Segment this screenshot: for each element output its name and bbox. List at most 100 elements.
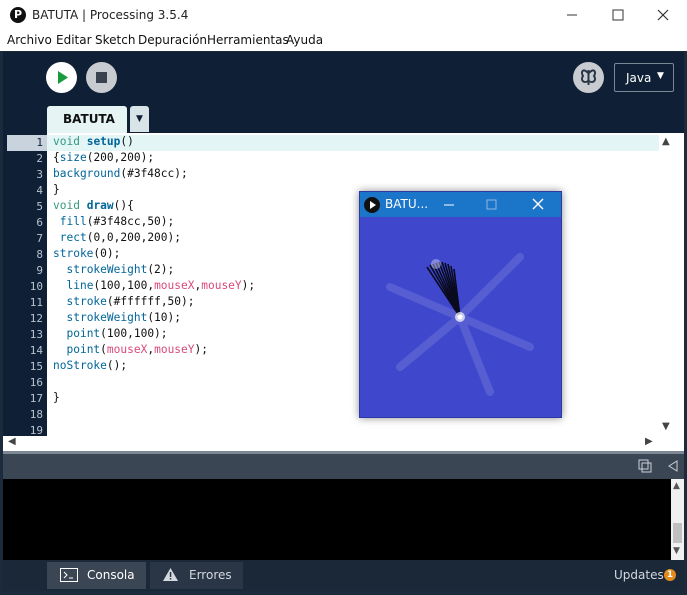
code-line: strokeWeight(10);: [66, 311, 181, 324]
tab-errors[interactable]: Errores: [150, 562, 243, 589]
scrollbar-corner: [675, 133, 684, 451]
maximize-icon: [486, 199, 497, 210]
code-line: line(100,100,mouseX,mouseY);: [66, 279, 256, 292]
line-number: 18: [29, 408, 43, 421]
scroll-down-icon[interactable]: ▼: [662, 421, 670, 432]
console-icon: [60, 568, 78, 582]
active-line-highlight: [47, 135, 659, 151]
code-line: rect(0,0,200,200);: [59, 231, 181, 244]
menu-editar[interactable]: Editar: [56, 33, 92, 47]
code-line: noStroke();: [53, 359, 128, 372]
sketch-app-icon: [364, 197, 380, 213]
line-number: 5: [36, 200, 43, 213]
line-number: 1: [7, 135, 47, 151]
line-number: 9: [36, 264, 43, 277]
run-button[interactable]: [46, 62, 77, 93]
window-title: BATUTA | Processing 3.5.4: [32, 8, 189, 22]
warning-icon: [163, 568, 178, 581]
code-line: stroke(0);: [53, 247, 121, 260]
stop-icon: [96, 72, 107, 83]
tab-errors-label: Errores: [189, 568, 232, 582]
scroll-up-icon[interactable]: ▲: [673, 481, 680, 491]
debug-button[interactable]: [573, 62, 604, 93]
close-icon: [657, 9, 669, 21]
stop-button[interactable]: [86, 62, 117, 93]
line-number: 11: [29, 296, 43, 309]
triangle-left-icon: [668, 460, 678, 472]
tab-console[interactable]: Consola: [47, 562, 146, 589]
scroll-left-icon[interactable]: ◀: [8, 436, 16, 447]
line-number: 14: [29, 344, 43, 357]
chevron-down-icon: ▼: [657, 71, 664, 81]
copy-console-button[interactable]: [638, 458, 652, 473]
line-number: 10: [29, 280, 43, 293]
console-output[interactable]: [3, 479, 671, 560]
line-number: 17: [29, 392, 43, 405]
processing-app-icon: P: [10, 7, 26, 23]
code-line: strokeWeight(2);: [66, 263, 175, 276]
sketch-maximize-button[interactable]: [482, 196, 500, 213]
sketch-minimize-button[interactable]: [440, 196, 458, 213]
sketch-title-bar[interactable]: BATU...: [360, 192, 561, 217]
mode-label: Java: [626, 71, 652, 85]
menu-archivo[interactable]: Archivo: [7, 33, 52, 47]
line-number: 19: [29, 424, 43, 436]
minimize-icon: [444, 204, 454, 206]
code-line: void draw(){: [53, 199, 134, 212]
play-icon: [370, 201, 376, 209]
menu-sketch[interactable]: Sketch: [95, 33, 135, 47]
line-number: 7: [36, 232, 43, 245]
tab-menu-button[interactable]: ▼: [130, 106, 149, 132]
console-header: [3, 451, 684, 479]
menu-herramientas[interactable]: Herramientas: [207, 33, 289, 47]
copy-icon: [638, 459, 652, 473]
menu-depuracion[interactable]: Depuración: [138, 33, 207, 47]
code-line: stroke(#ffffff,50);: [66, 295, 195, 308]
line-number-gutter: 1 2 3 4 5 6 7 8 9 10 11 12 13 14 15 16 1…: [3, 133, 47, 436]
close-button[interactable]: [651, 4, 675, 26]
chevron-down-icon: ▼: [136, 114, 143, 124]
menu-ayuda[interactable]: Ayuda: [286, 33, 323, 47]
scroll-right-icon[interactable]: ▶: [645, 436, 653, 447]
line-number: 4: [36, 184, 43, 197]
minimize-icon: [567, 14, 577, 16]
code-editor[interactable]: void setup() {size(200,200); background(#3…: [47, 133, 659, 436]
sketch-window[interactable]: BATU...: [359, 191, 562, 418]
butterfly-icon: [580, 69, 597, 85]
maximize-button[interactable]: [606, 4, 630, 26]
sketch-canvas[interactable]: [360, 217, 561, 417]
line-number: 3: [36, 168, 43, 181]
scroll-up-icon[interactable]: ▲: [662, 136, 670, 147]
tab-label: BATUTA: [63, 112, 115, 126]
editor-vertical-scrollbar[interactable]: ▲ ▼: [659, 133, 675, 436]
mode-selector[interactable]: Java ▼: [614, 63, 674, 92]
code-line: point(100,100);: [66, 327, 168, 340]
title-bar: P BATUTA | Processing 3.5.4: [0, 0, 687, 31]
updates-count-badge[interactable]: 1: [664, 569, 676, 581]
divider: [3, 451, 684, 454]
editor-horizontal-scrollbar[interactable]: ◀ ▶: [3, 436, 675, 451]
sketch-close-button[interactable]: [529, 196, 547, 213]
sketch-drawing: [386, 253, 534, 396]
console-scrollbar[interactable]: ▲ ▼: [671, 479, 684, 560]
line-number: 2: [36, 152, 43, 165]
line-number: 16: [29, 376, 43, 389]
line-number: 8: [36, 248, 43, 261]
updates-link[interactable]: Updates: [614, 568, 664, 582]
tab-console-label: Consola: [87, 568, 135, 582]
scroll-down-icon[interactable]: ▼: [673, 546, 680, 556]
collapse-console-button[interactable]: [666, 458, 680, 472]
code-line: fill(#3f48cc,50);: [59, 215, 175, 228]
code-line: }: [53, 183, 60, 196]
line-number: 12: [29, 312, 43, 325]
scroll-thumb[interactable]: [673, 523, 682, 543]
minimize-button[interactable]: [561, 4, 585, 26]
tab-batuta[interactable]: BATUTA: [47, 106, 127, 133]
code-line: }: [53, 391, 60, 404]
play-icon: [58, 71, 68, 84]
code-line: {size(200,200);: [53, 151, 155, 164]
code-line: point(mouseX,mouseY);: [66, 343, 208, 356]
menu-bar: Archivo Editar Sketch Depuración Herrami…: [0, 31, 687, 51]
code-line: void setup(): [53, 135, 134, 148]
line-number: 13: [29, 328, 43, 341]
